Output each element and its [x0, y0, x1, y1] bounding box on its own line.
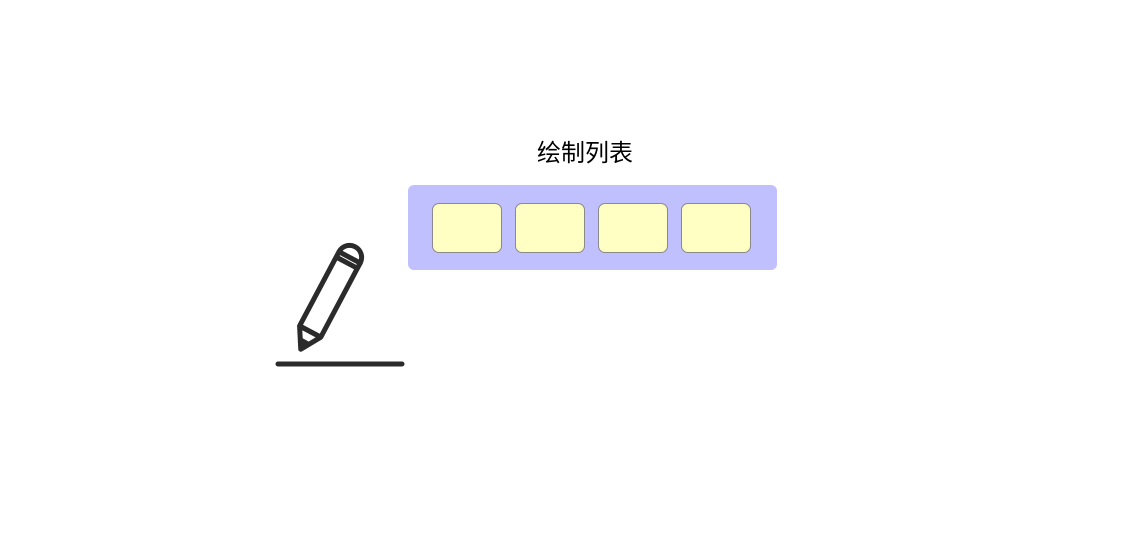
pencil-icon — [270, 236, 410, 376]
diagram-title: 绘制列表 — [537, 139, 633, 167]
list-cell — [681, 203, 751, 253]
draw-list-container — [408, 185, 777, 270]
list-cell — [432, 203, 502, 253]
list-cell — [515, 203, 585, 253]
list-cell — [598, 203, 668, 253]
pencil-body — [297, 242, 365, 352]
